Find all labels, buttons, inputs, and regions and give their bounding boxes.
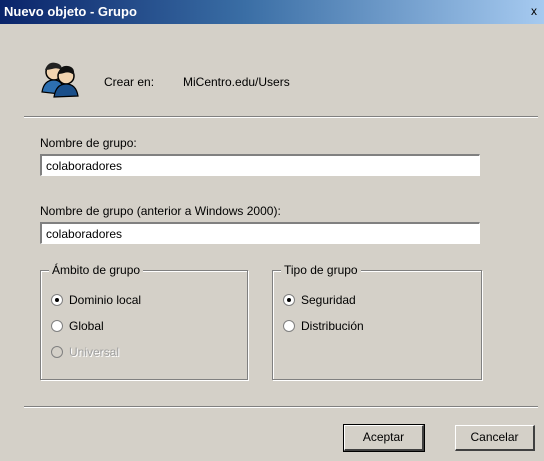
title-bar[interactable]: Nuevo objeto - Grupo x: [0, 0, 544, 24]
group-icon: [41, 62, 79, 98]
scope-option-domain-local[interactable]: Dominio local: [51, 293, 141, 307]
cancel-button[interactable]: Cancelar: [455, 425, 535, 451]
window-title: Nuevo objeto - Grupo: [4, 4, 137, 19]
separator-bottom: [24, 406, 538, 408]
radio-label: Seguridad: [301, 293, 356, 307]
type-option-security[interactable]: Seguridad: [283, 293, 356, 307]
group-scope-box: Ámbito de grupo Dominio local Global Uni…: [40, 263, 248, 380]
radio-button[interactable]: [51, 320, 63, 332]
legacy-name-input[interactable]: [40, 222, 480, 244]
legacy-name-label: Nombre de grupo (anterior a Windows 2000…: [40, 204, 281, 218]
radio-button[interactable]: [283, 320, 295, 332]
ok-button[interactable]: Aceptar: [343, 424, 425, 452]
radio-button[interactable]: [51, 294, 63, 306]
radio-button: [51, 346, 63, 358]
radio-label: Dominio local: [69, 293, 142, 307]
radio-button[interactable]: [283, 294, 295, 306]
scope-option-global[interactable]: Global: [51, 319, 104, 333]
radio-label: Distribución: [301, 319, 364, 333]
group-type-title: Tipo de grupo: [281, 263, 361, 277]
radio-label: Global: [69, 319, 104, 333]
scope-option-universal: Universal: [51, 345, 119, 359]
group-name-input[interactable]: [40, 154, 480, 176]
group-type-box: Tipo de grupo Seguridad Distribución: [272, 263, 482, 380]
radio-label: Universal: [69, 345, 120, 359]
create-in-path: MiCentro.edu/Users: [183, 75, 290, 89]
separator-top: [24, 116, 538, 118]
create-in-label: Crear en:: [104, 75, 155, 89]
type-option-distribution[interactable]: Distribución: [283, 319, 364, 333]
group-name-label: Nombre de grupo:: [40, 136, 137, 150]
close-button[interactable]: x: [526, 3, 542, 19]
group-scope-title: Ámbito de grupo: [49, 263, 144, 277]
